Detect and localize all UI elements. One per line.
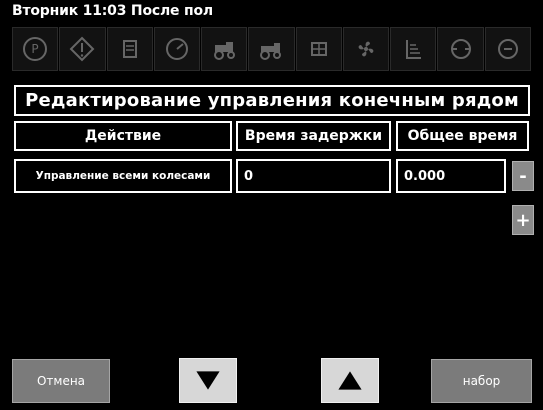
- fan-icon[interactable]: [342, 27, 390, 71]
- hydraulic-icon[interactable]: [295, 27, 342, 71]
- up-arrow-icon: [338, 371, 362, 390]
- cancel-button[interactable]: Отмена: [12, 359, 110, 403]
- down-arrow-button[interactable]: [179, 358, 237, 403]
- set-button[interactable]: набор: [431, 359, 532, 403]
- row-total-value[interactable]: 0.000: [396, 159, 506, 193]
- tractor-icon-2[interactable]: [248, 27, 295, 71]
- tractor-icon-1[interactable]: [201, 27, 248, 71]
- header-total-time: Общее время: [396, 121, 529, 151]
- row-delay-value[interactable]: 0: [236, 159, 391, 193]
- lift-icon[interactable]: [390, 27, 437, 71]
- engine-coolant-icon[interactable]: [106, 27, 153, 71]
- svg-text:P: P: [32, 42, 39, 56]
- up-arrow-button[interactable]: [321, 358, 379, 403]
- down-arrow-icon: [196, 371, 220, 390]
- header-delay-time: Время задержки: [236, 121, 391, 151]
- row-action[interactable]: Управление всеми колесами: [14, 159, 232, 193]
- gauge-icon[interactable]: [153, 27, 201, 71]
- page-title: Редактирование управления конечным рядом: [14, 85, 530, 116]
- parking-brake-icon[interactable]: P: [12, 27, 59, 71]
- toolbar-icons: P: [12, 27, 531, 71]
- filter-icon-2[interactable]: [484, 27, 531, 71]
- decrement-button[interactable]: -: [512, 161, 534, 191]
- status-bar: Вторник 11:03 После пол: [12, 3, 213, 19]
- filter-icon-1[interactable]: [437, 27, 484, 71]
- increment-button[interactable]: +: [512, 205, 534, 235]
- header-action: Действие: [14, 121, 232, 151]
- warning-icon[interactable]: [59, 27, 106, 71]
